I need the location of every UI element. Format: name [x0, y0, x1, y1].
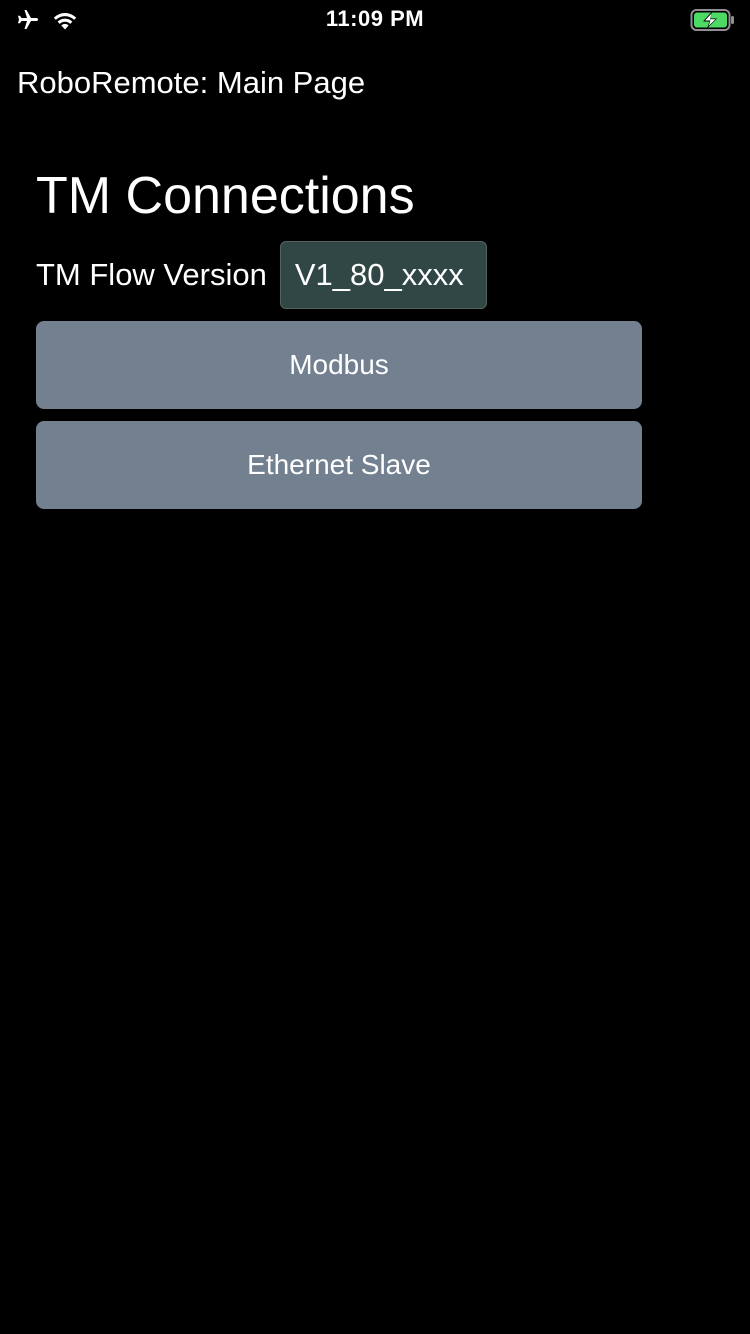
section-title: TM Connections — [36, 167, 415, 225]
version-row: TM Flow Version V1_80_xxxx — [36, 240, 487, 310]
version-label: TM Flow Version — [36, 257, 267, 292]
ethernet-slave-button[interactable]: Ethernet Slave — [36, 421, 642, 509]
status-time: 11:09 PM — [325, 6, 425, 31]
battery-charging-icon — [690, 9, 736, 36]
status-right — [690, 8, 736, 37]
page-title: RoboRemote: Main Page — [17, 65, 366, 100]
version-field[interactable]: V1_80_xxxx — [279, 241, 487, 309]
status-bar: 11:09 PM — [0, 0, 750, 40]
modbus-button[interactable]: Modbus — [36, 321, 642, 409]
